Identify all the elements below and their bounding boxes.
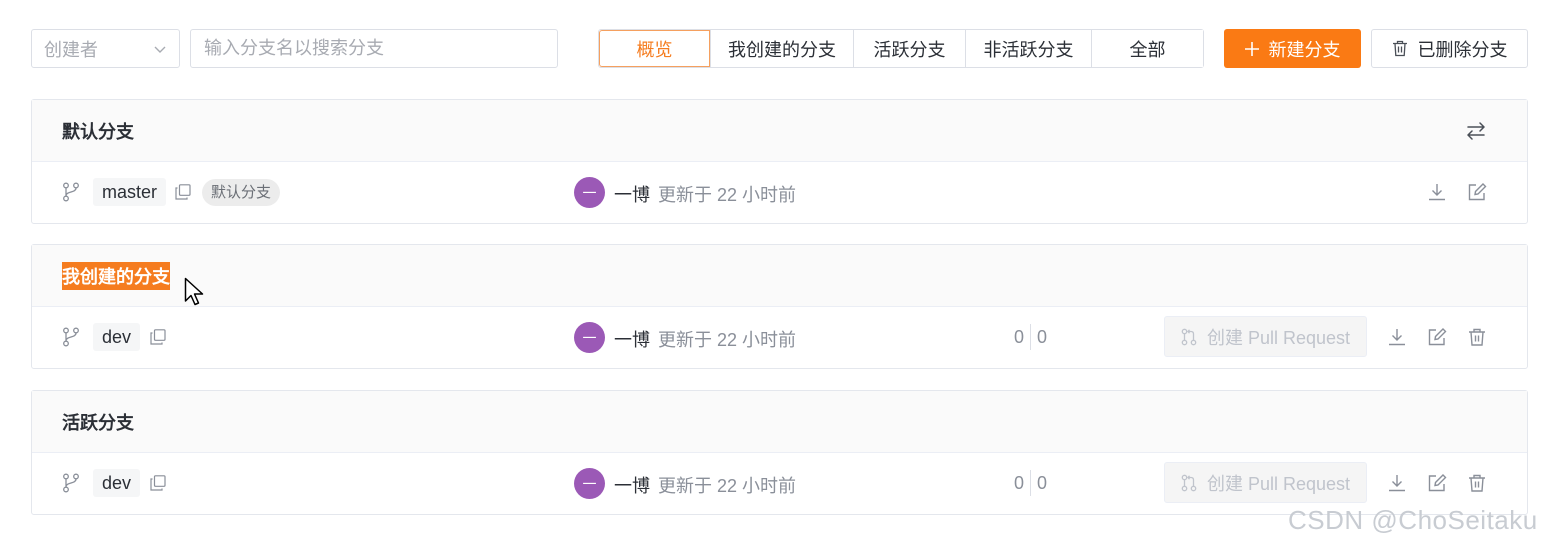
edit-icon[interactable]	[1427, 473, 1447, 493]
default-branch-tag: 默认分支	[202, 179, 281, 206]
branch-search-input[interactable]	[190, 29, 558, 68]
tab-inactive-branches[interactable]: 非活跃分支	[965, 30, 1091, 67]
avatar: 一	[574, 177, 605, 208]
tab-overview[interactable]: 概览	[599, 30, 710, 67]
creator-select[interactable]: 创建者	[31, 29, 180, 68]
updated-time: 更新于 22 小时前	[658, 330, 797, 350]
branch-filter-tabs: 概览 我创建的分支 活跃分支 非活跃分支 全部	[598, 29, 1204, 68]
branch-name[interactable]: dev	[93, 323, 141, 351]
behind-count: 0	[1014, 326, 1025, 347]
download-icon[interactable]	[1427, 182, 1447, 202]
tab-all[interactable]: 全部	[1091, 30, 1203, 67]
author-name: 一博	[614, 476, 650, 496]
copy-icon[interactable]	[175, 184, 191, 200]
download-icon[interactable]	[1387, 473, 1407, 493]
avatar-text: 一	[582, 329, 597, 346]
branch-icon	[63, 327, 79, 347]
branch-name[interactable]: dev	[93, 469, 141, 497]
create-pull-request-label: 创建 Pull Request	[1206, 327, 1351, 348]
swap-icon[interactable]	[1465, 120, 1487, 142]
ahead-behind-counts: 0 0	[1014, 324, 1047, 350]
active-branches-section: 活跃分支 dev 一 一博 更新于 22 小时前 0 0 创建 Pull Req…	[31, 390, 1528, 515]
section-title: 我创建的分支	[62, 261, 170, 290]
branch-icon	[63, 182, 79, 202]
branch-toolbar: 创建者 概览 我创建的分支 活跃分支 非活跃分支 全部 新建分支 已删除分支	[31, 28, 1528, 69]
copy-icon[interactable]	[150, 475, 166, 491]
avatar-text: 一	[582, 475, 597, 492]
updated-time: 更新于 22 小时前	[658, 185, 797, 205]
default-branch-section: 默认分支 master 默认分支 一 一博 更新于 22 小时前	[31, 99, 1528, 224]
avatar-text: 一	[582, 184, 597, 201]
create-pull-request-label: 创建 Pull Request	[1206, 473, 1351, 494]
ahead-count: 0	[1037, 326, 1048, 347]
behind-count: 0	[1014, 472, 1025, 493]
watermark: CSDN @ChoSeitaku	[1288, 505, 1538, 535]
branch-row: dev 一 一博 更新于 22 小时前 0 0 创建 Pull Request	[32, 307, 1527, 368]
branch-row: master 默认分支 一 一博 更新于 22 小时前	[32, 162, 1527, 223]
edit-icon[interactable]	[1427, 327, 1447, 347]
avatar: 一	[574, 322, 605, 353]
my-branches-section: 我创建的分支 dev 一 一博 更新于 22 小时前 0 0 创建 Pull R…	[31, 244, 1528, 369]
author-name: 一博	[614, 185, 650, 205]
ahead-behind-counts: 0 0	[1014, 470, 1047, 496]
deleted-branches-label: 已删除分支	[1417, 39, 1508, 60]
edit-icon[interactable]	[1467, 182, 1487, 202]
tab-my-branches[interactable]: 我创建的分支	[710, 30, 853, 67]
section-header: 默认分支	[32, 100, 1527, 162]
section-title: 默认分支	[62, 121, 134, 142]
ahead-count: 0	[1037, 472, 1048, 493]
updated-time: 更新于 22 小时前	[658, 476, 797, 496]
count-divider	[1030, 324, 1032, 350]
creator-select-placeholder: 创建者	[44, 39, 98, 60]
branch-name[interactable]: master	[93, 178, 167, 206]
create-pull-request-button[interactable]: 创建 Pull Request	[1164, 462, 1367, 503]
download-icon[interactable]	[1387, 327, 1407, 347]
new-branch-button[interactable]: 新建分支	[1224, 29, 1361, 68]
tab-active-branches[interactable]: 活跃分支	[853, 30, 965, 67]
create-pull-request-button[interactable]: 创建 Pull Request	[1164, 316, 1367, 357]
count-divider	[1030, 470, 1032, 496]
chevron-down-icon	[154, 46, 166, 53]
copy-icon[interactable]	[150, 329, 166, 345]
plus-icon	[1244, 41, 1259, 56]
trash-icon[interactable]	[1467, 327, 1487, 347]
trash-icon	[1392, 40, 1407, 57]
section-header: 活跃分支	[32, 391, 1527, 453]
pull-request-icon	[1181, 474, 1197, 491]
author-name: 一博	[614, 330, 650, 350]
deleted-branches-button[interactable]: 已删除分支	[1371, 29, 1528, 68]
section-header: 我创建的分支	[32, 245, 1527, 307]
new-branch-label: 新建分支	[1268, 39, 1341, 60]
branch-icon	[63, 473, 79, 493]
trash-icon[interactable]	[1467, 473, 1487, 493]
avatar: 一	[574, 468, 605, 499]
mouse-cursor-icon	[184, 277, 204, 306]
pull-request-icon	[1181, 328, 1197, 345]
section-title: 活跃分支	[62, 412, 134, 433]
